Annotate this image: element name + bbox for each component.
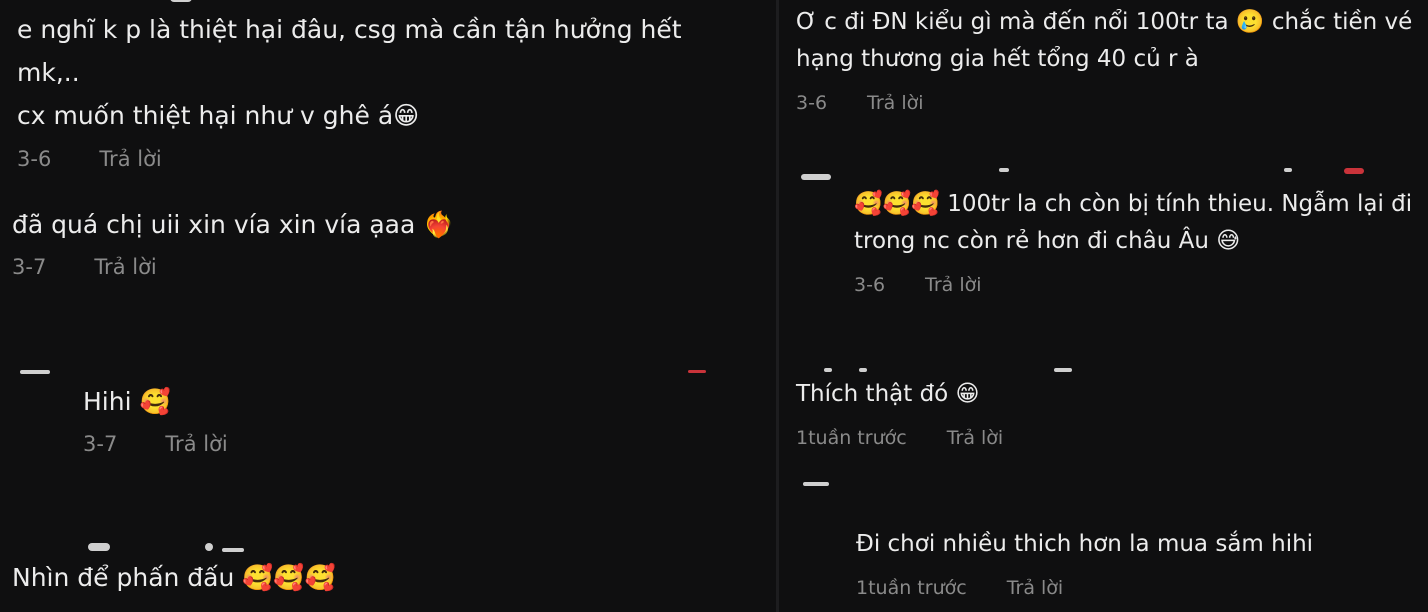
reply-link[interactable]: Trả lời — [1007, 577, 1064, 599]
comment-date: 3-6 — [17, 147, 52, 171]
comment-text-line: cx muốn thiệt hại như v ghê á😁 — [17, 101, 420, 130]
reply-link[interactable]: Trả lời — [947, 427, 1004, 449]
comment-text-line: mk,.. — [17, 58, 80, 87]
comment-reply-item: 🥰🥰🥰 100tr la ch còn bị tính thieu. Ngẫm … — [854, 186, 1412, 296]
comment-meta: 3-7 Trả lời — [83, 432, 228, 456]
comment-text-line: trong nc còn rẻ hơn đi châu Âu 😅 — [854, 228, 1241, 254]
cropped-text-fragment — [999, 168, 1009, 172]
cropped-text-fragment — [1344, 168, 1364, 174]
reply-link[interactable]: Trả lời — [925, 274, 982, 296]
cropped-avatar-fragment — [803, 482, 829, 486]
cropped-text-fragment — [205, 543, 213, 551]
comment-text-line: Hihi 🥰 — [83, 387, 171, 416]
comment-meta: 3-6 Trả lời — [17, 147, 682, 171]
left-comment-panel: e nghĩ k p là thiệt hại đâu, csg mà cần … — [0, 0, 776, 612]
comment-reply-item: Đi chơi nhiều thich hơn la mua sắm hihi … — [856, 526, 1313, 599]
cropped-text-fragment — [824, 368, 832, 372]
comment-date: 1tuần trước — [796, 427, 907, 449]
cropped-text-fragment — [222, 548, 244, 552]
comment-meta: 1tuần trước Trả lời — [796, 427, 1003, 449]
comment-date: 3-6 — [854, 274, 886, 296]
cropped-text-fragment — [1054, 368, 1072, 372]
reply-link[interactable]: Trả lời — [867, 92, 924, 114]
right-comment-panel: Ơ c đi ĐN kiểu gì mà đến nổi 100tr ta 🥲 … — [779, 0, 1428, 612]
comment-text-line: Thích thật đó 😁 — [796, 381, 980, 407]
cropped-text-fragment — [1284, 168, 1292, 172]
comment-text-line: Nhìn để phấn đấu 🥰🥰🥰 — [12, 563, 336, 592]
cropped-avatar-fragment — [801, 174, 831, 180]
comment-meta: 3-7 Trả lời — [12, 255, 454, 279]
cropped-text-fragment — [859, 368, 867, 372]
comment-date: 1tuần trước — [856, 577, 967, 599]
comment-item: Ơ c đi ĐN kiểu gì mà đến nổi 100tr ta 🥲 … — [796, 4, 1412, 114]
comment-meta: 3-6 Trả lời — [854, 274, 1412, 296]
comment-date: 3-7 — [83, 432, 118, 456]
comment-text-line: Ơ c đi ĐN kiểu gì mà đến nổi 100tr ta 🥲 … — [796, 9, 1413, 35]
comment-date: 3-7 — [12, 255, 47, 279]
comment-item: đã quá chị uii xin vía xin vía ạaa ❤️‍🔥 … — [12, 203, 454, 279]
reply-link[interactable]: Trả lời — [99, 147, 161, 171]
comment-item: Thích thật đó 😁 1tuần trước Trả lời — [796, 376, 1003, 449]
comment-item: e nghĩ k p là thiệt hại đâu, csg mà cần … — [17, 8, 682, 171]
comment-text-line: Đi chơi nhiều thich hơn la mua sắm hihi — [856, 531, 1314, 557]
cropped-text-fragment — [688, 370, 706, 373]
reply-link[interactable]: Trả lời — [94, 255, 156, 279]
cropped-text-fragment — [88, 543, 110, 551]
cropped-text-fragment — [170, 0, 192, 2]
reply-link[interactable]: Trả lời — [165, 432, 227, 456]
comment-text-line: hạng thương gia hết tổng 40 củ r à — [796, 46, 1199, 72]
cropped-avatar-fragment — [20, 370, 50, 374]
comment-text-line: 🥰🥰🥰 100tr la ch còn bị tính thieu. Ngẫm … — [854, 191, 1413, 217]
comment-meta: 1tuần trước Trả lời — [856, 577, 1313, 599]
comment-item: Nhìn để phấn đấu 🥰🥰🥰 — [12, 556, 336, 599]
comment-meta: 3-6 Trả lời — [796, 92, 1412, 114]
comment-text-line: đã quá chị uii xin vía xin vía ạaa ❤️‍🔥 — [12, 210, 455, 239]
comment-text-line: e nghĩ k p là thiệt hại đâu, csg mà cần … — [17, 15, 682, 44]
comment-reply-item: Hihi 🥰 3-7 Trả lời — [83, 380, 228, 456]
comment-date: 3-6 — [796, 92, 828, 114]
